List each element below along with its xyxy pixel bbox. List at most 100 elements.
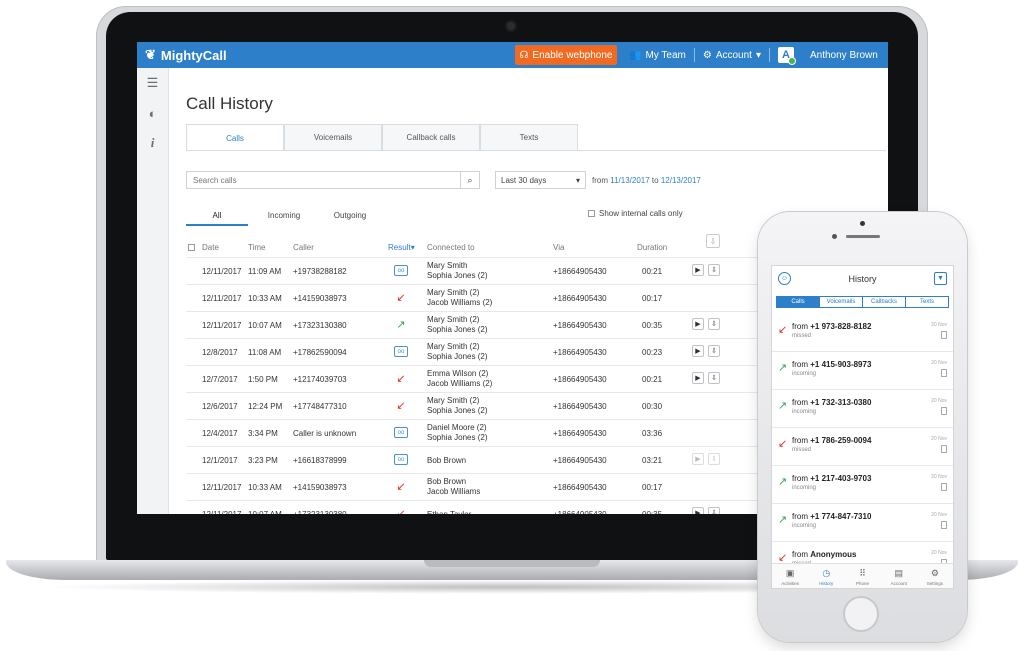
bottom-nav-settings[interactable]: ⚙ Settings [917, 564, 953, 588]
from-label: from [792, 474, 808, 483]
enable-webphone-label: Enable webphone [532, 49, 613, 61]
bottom-nav-phone[interactable]: ⠿ Phone [844, 564, 880, 588]
my-team-link[interactable]: 👥 My Team [629, 50, 686, 61]
search-icon[interactable]: ⌕ [460, 172, 479, 188]
connected-secondary: Sophia Jones (2) [427, 271, 488, 280]
note-icon[interactable] [941, 521, 947, 529]
enable-webphone-button[interactable]: ☊ Enable webphone [515, 45, 617, 65]
toggle-icon[interactable]: ◐ [137, 98, 168, 128]
download-icon[interactable]: ⇩ [708, 345, 720, 357]
incoming-call-icon: ↗ [396, 319, 406, 331]
connected-primary: Mary Smith [427, 261, 468, 270]
play-icon[interactable]: ▶ [692, 372, 704, 384]
list-item[interactable]: ↗ from +1 732-313-0380 incoming 20 Nov [772, 390, 953, 428]
account-menu[interactable]: ⚙ Account ▾ [703, 50, 761, 61]
mobile-tab-calls[interactable]: Calls [777, 297, 819, 307]
tab-callback-calls[interactable]: Callback calls [382, 124, 480, 150]
info-icon[interactable]: i [137, 128, 168, 158]
range-to-date[interactable]: 12/13/2017 [661, 176, 701, 185]
cell-via: +18664905430 [553, 294, 607, 303]
play-icon[interactable]: ▶ [692, 264, 704, 276]
bottom-nav-account[interactable]: ▤ Account [881, 564, 917, 588]
laptop-notch [424, 560, 600, 567]
cell-date: 12/11/2017 [202, 510, 241, 514]
cell-via: +18664905430 [553, 429, 607, 438]
call-status: missed [792, 333, 812, 339]
list-item[interactable]: ↗ from +1 217-403-9703 incoming 20 Nov [772, 466, 953, 504]
period-select[interactable]: Last 30 days ▾ [495, 171, 586, 189]
cell-duration: 00:30 [642, 402, 663, 411]
cell-duration: 00:21 [642, 375, 663, 384]
menu-icon[interactable]: ☰ [137, 68, 168, 98]
date-range: from 11/13/2017 to 12/13/2017 [592, 176, 701, 185]
play-icon[interactable]: ▶ [692, 318, 704, 330]
filter-incoming[interactable]: Incoming [248, 206, 320, 224]
col-duration[interactable]: Duration [637, 243, 667, 252]
mobile-tab-callbacks[interactable]: Callbacks [862, 297, 905, 307]
cell-time: 12:24 PM [248, 402, 283, 411]
tab-voicemails[interactable]: Voicemails [284, 124, 382, 150]
my-team-label: My Team [645, 49, 686, 61]
download-icon[interactable]: ⇩ [708, 507, 720, 514]
play-icon[interactable]: ▶ [692, 345, 704, 357]
search-input[interactable] [187, 172, 460, 188]
profile-icon[interactable]: ☺ [778, 272, 791, 285]
note-icon[interactable] [941, 445, 947, 453]
gear-icon: ⚙ [702, 49, 712, 61]
filter-all[interactable]: All [186, 206, 248, 226]
note-icon[interactable] [941, 331, 947, 339]
connected-secondary: Sophia Jones (2) [427, 352, 488, 361]
cell-duration: 00:35 [642, 321, 663, 330]
left-rail: ☰ ◐ i [137, 68, 169, 514]
filter-outgoing[interactable]: Outgoing [320, 206, 380, 224]
tab-calls[interactable]: Calls [186, 124, 284, 151]
col-date[interactable]: Date [202, 243, 219, 252]
bottom-nav-label: Phone [856, 580, 870, 586]
mobile-tab-texts[interactable]: Texts [905, 297, 948, 307]
cell-time: 1:50 PM [248, 375, 278, 384]
note-icon[interactable] [941, 483, 947, 491]
filter-icon[interactable]: ▼ [934, 272, 947, 285]
bottom-nav-activities[interactable]: ▣ Activities [772, 564, 808, 588]
bottom-nav-history[interactable]: ◷ History [808, 564, 844, 588]
phone-sensor [832, 234, 837, 239]
history-tabs: Calls Voicemails Callback calls Texts [186, 124, 578, 151]
brand-logo[interactable]: ❦ MightyCall [145, 46, 227, 64]
download-icon[interactable]: ⇩ [708, 318, 720, 330]
internal-calls-checkbox[interactable] [588, 210, 595, 217]
tab-texts[interactable]: Texts [480, 124, 578, 150]
col-time[interactable]: Time [248, 243, 265, 252]
range-from-date[interactable]: 11/13/2017 [610, 176, 649, 185]
download-icon[interactable]: ⇩ [708, 453, 720, 465]
cell-date: 12/11/2017 [202, 321, 242, 330]
online-status-dot [787, 57, 796, 65]
play-icon[interactable]: ▶ [692, 507, 704, 514]
note-icon[interactable] [941, 407, 947, 415]
home-button[interactable] [843, 596, 879, 632]
col-via[interactable]: Via [553, 243, 564, 252]
col-result[interactable]: Result▾ [388, 243, 415, 252]
col-connected[interactable]: Connected to [427, 243, 475, 252]
download-icon[interactable]: ⇩ [708, 372, 720, 384]
from-label: from [792, 398, 808, 407]
missed-call-icon: ↙ [396, 481, 406, 493]
mobile-tab-voicemails[interactable]: Voicemails [819, 297, 862, 307]
col-caller[interactable]: Caller [293, 243, 314, 252]
cell-via: +18664905430 [553, 321, 607, 330]
user-menu[interactable]: A Anthony Brown [777, 47, 878, 65]
download-icon[interactable]: ⇩ [708, 264, 720, 276]
list-item[interactable]: ↙ from +1 973-828-8182 missed 20 Nov [772, 314, 953, 352]
select-all-checkbox[interactable] [188, 244, 195, 251]
caret-down-icon: ▾ [575, 175, 580, 185]
internal-calls-toggle[interactable]: Show internal calls only [588, 209, 683, 218]
missed-call-icon: ↙ [396, 400, 406, 412]
list-item[interactable]: ↗ from +1 415-903-8973 incoming 20 Nov [772, 352, 953, 390]
list-item[interactable]: ↙ from +1 786-259-0094 missed 20 Nov [772, 428, 953, 466]
list-item[interactable]: ↗ from +1 774-847-7310 incoming 20 Nov [772, 504, 953, 542]
phone-number: +1 217-403-9703 [810, 474, 872, 483]
call-date: 20 Nov [931, 322, 947, 328]
play-icon[interactable]: ▶ [692, 453, 704, 465]
caret-down-icon: ▾ [755, 49, 761, 61]
note-icon[interactable] [941, 369, 947, 377]
user-name: Anthony Brown [809, 49, 878, 61]
